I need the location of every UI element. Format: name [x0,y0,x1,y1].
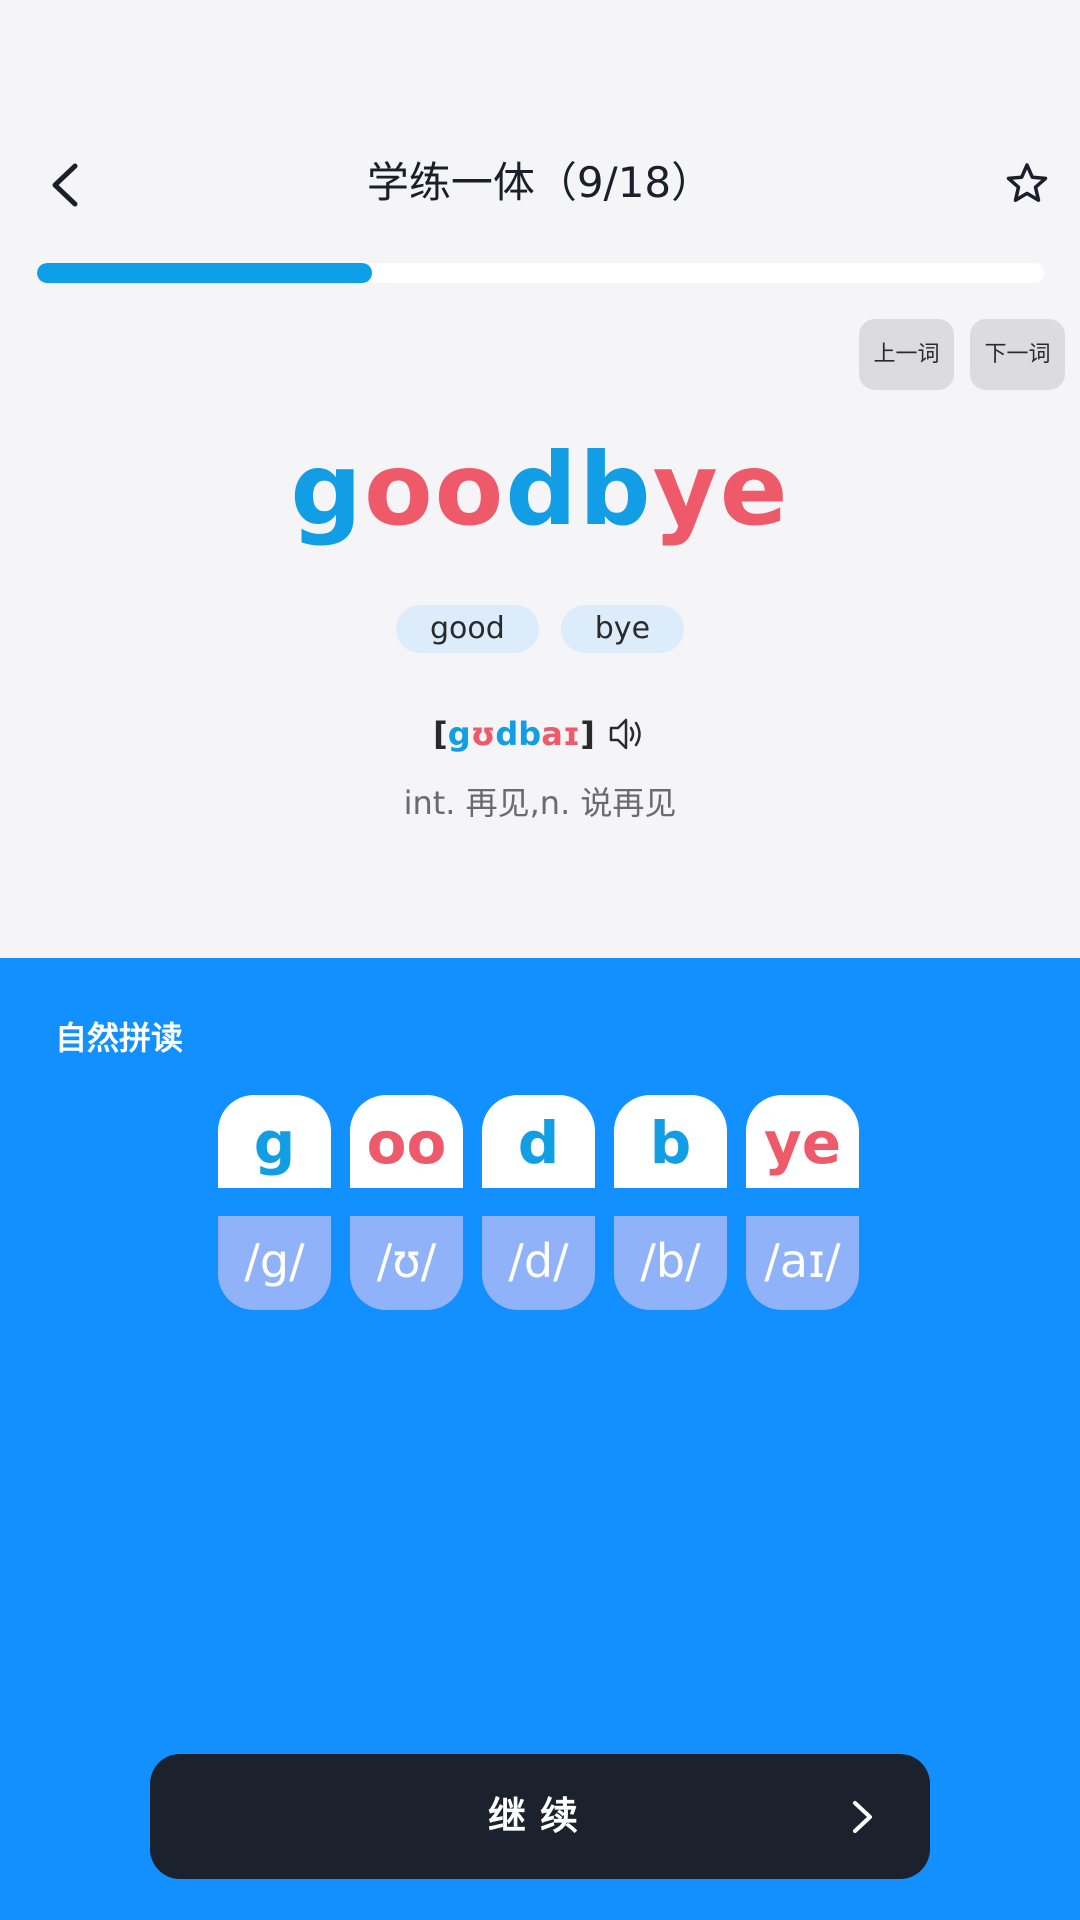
word-segment: oo [363,431,506,548]
star-icon [1006,163,1048,202]
syllable-chip[interactable]: good [395,605,539,653]
phonics-sound: /g/ [218,1216,331,1310]
phonetic-segment: ʊ [470,715,496,753]
phonics-letters: b [614,1095,727,1188]
previous-word-button[interactable]: 上一词 [859,319,954,390]
phonetic-bracket: ] [580,715,595,753]
chevron-left-icon [52,163,78,207]
play-audio-button[interactable] [607,714,647,754]
phonics-letters: ye [746,1095,859,1188]
phonetic-bracket: [ [433,715,448,753]
phonics-sound: /ʊ/ [350,1216,463,1310]
word-segment: b [578,431,653,548]
phonics-sound: /aɪ/ [746,1216,859,1310]
word-meaning: int. 再见,n. 说再见 [403,784,677,822]
phonetic-segment: aɪ [541,715,581,753]
phonetic-segment: b [518,715,542,753]
favorite-button[interactable] [992,150,1062,216]
phonics-sound: /b/ [614,1216,727,1310]
phonics-tile[interactable]: oo /ʊ/ [350,1095,463,1310]
phonetic-segment: d [495,715,519,753]
phonics-panel-title: 自然拼读 [55,1019,184,1057]
phonics-tile[interactable]: d /d/ [482,1095,595,1310]
word-card-area: 学练一体（9/18） 上一词 下一词 goodbye good bye [gʊd… [0,0,1080,958]
word-segment: d [505,431,579,548]
phonics-letters: d [482,1095,595,1188]
progress-bar [37,263,1044,283]
next-word-button[interactable]: 下一词 [970,319,1065,390]
phonetic-transcription: [gʊdbaɪ] [433,715,595,753]
phonetic-segment: g [447,715,471,753]
phonics-letters: g [218,1095,331,1188]
progress-fill [37,263,373,283]
syllable-chip[interactable]: bye [560,605,685,653]
speaker-icon [609,718,641,750]
phonetic-row: [gʊdbaɪ] [0,710,1080,758]
continue-button[interactable]: 继续 [150,1754,930,1879]
phonics-tiles: g /g/ oo /ʊ/ d /d/ b /b/ ye /aɪ/ [218,1095,862,1310]
phonics-tile[interactable]: g /g/ [218,1095,331,1310]
phonics-tile[interactable]: b /b/ [614,1095,727,1310]
phonics-sound: /d/ [482,1216,595,1310]
word-display: goodbye [0,430,1080,550]
word-segment: ye [652,431,790,548]
word-segment: g [290,431,364,548]
back-button[interactable] [30,150,100,220]
page-title: 学练一体（9/18） [366,158,714,207]
phonics-tile[interactable]: ye /aɪ/ [746,1095,859,1310]
phonics-letters: oo [350,1095,463,1188]
syllable-chips: good bye [0,605,1080,653]
chevron-right-icon [853,1801,872,1833]
continue-label: 继续 [487,1794,592,1838]
